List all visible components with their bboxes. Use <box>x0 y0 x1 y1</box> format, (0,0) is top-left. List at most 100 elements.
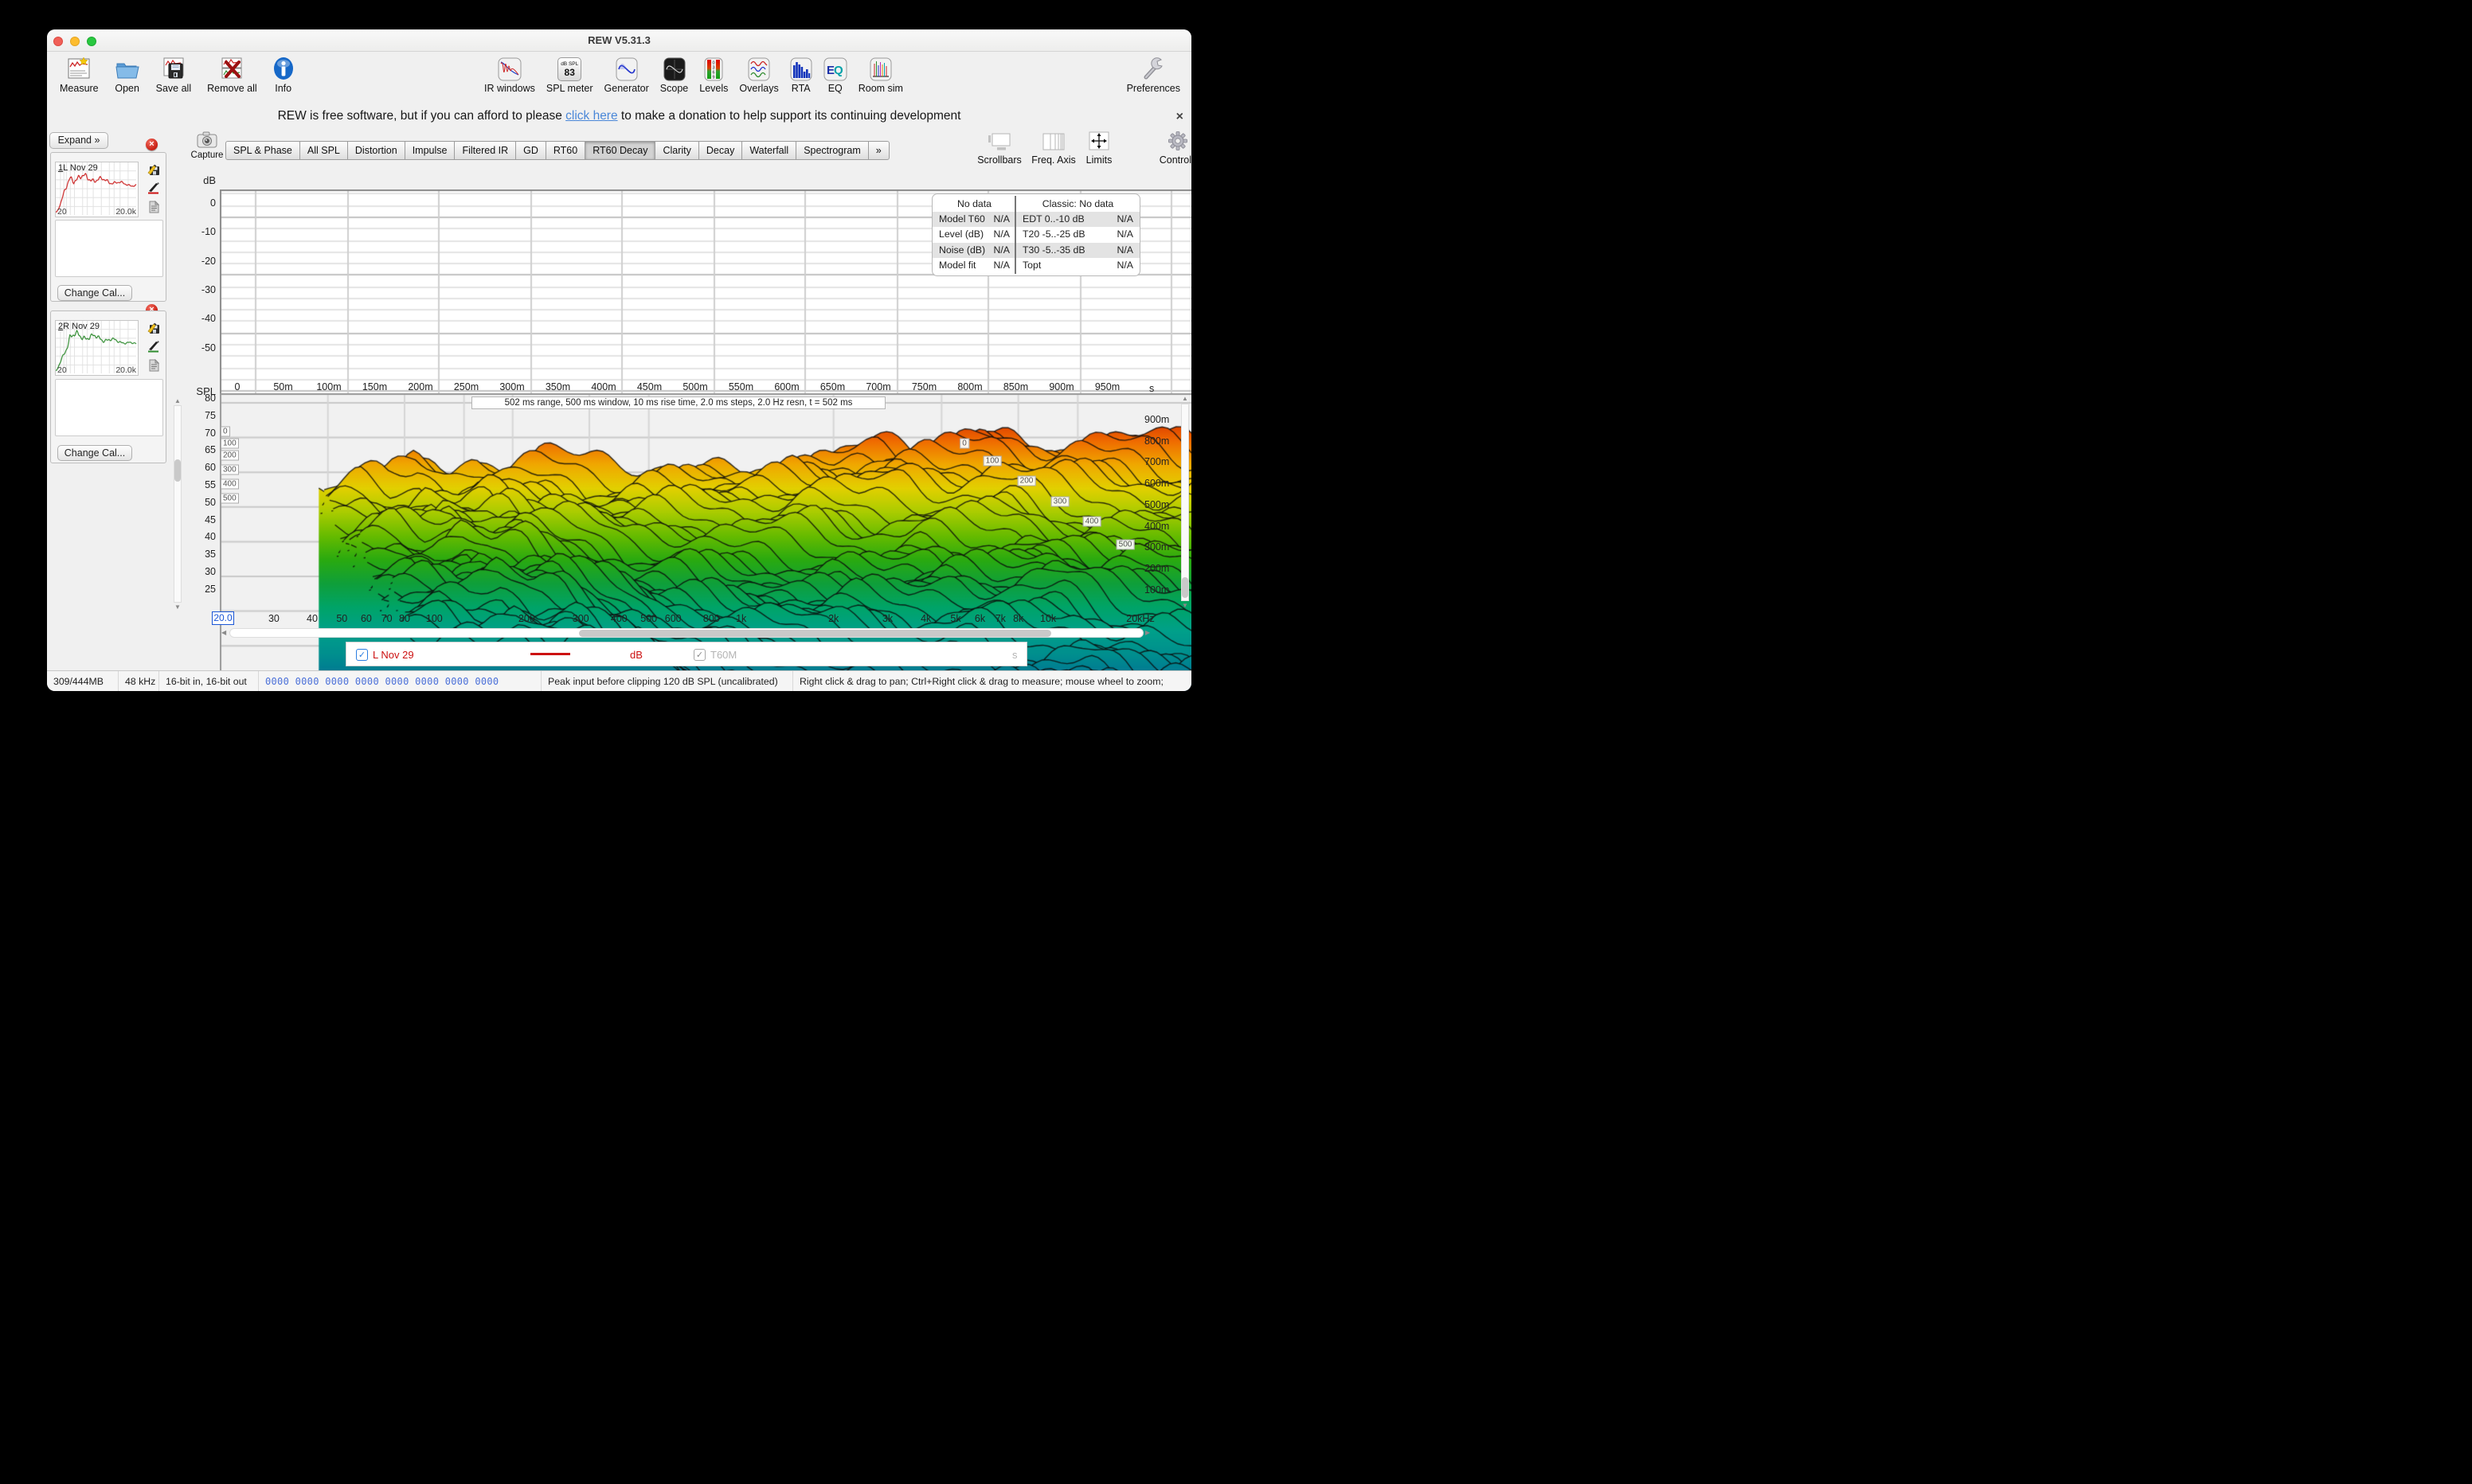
limits-button[interactable]: Limits <box>1081 131 1117 166</box>
measurement-info-doc-icon[interactable] <box>147 359 160 372</box>
top-chart-xtick: 750m <box>912 381 937 392</box>
legend-label-l-nov-29[interactable]: L Nov 29 <box>373 649 414 661</box>
measure-button[interactable]: Measure <box>60 54 99 94</box>
title-bar[interactable]: REW V5.31.3 <box>47 29 1191 52</box>
legend-line-sample <box>530 653 570 655</box>
rt60-table-right-header: Classic: No data <box>1015 196 1140 212</box>
tab-decay[interactable]: Decay <box>698 141 742 160</box>
status-memory: 309/444MB <box>47 671 119 691</box>
rta-button[interactable]: RTA <box>790 54 812 94</box>
freq-tick: 70 <box>381 613 393 624</box>
waterfall-time-tick: 200m <box>1144 563 1169 574</box>
tab-gd[interactable]: GD <box>515 141 546 160</box>
top-chart-xtick: 200m <box>408 381 432 392</box>
freq-axis-button[interactable]: Freq. Axis <box>1028 133 1079 166</box>
tab-waterfall[interactable]: Waterfall <box>741 141 796 160</box>
generator-button[interactable]: Generator <box>604 54 649 94</box>
capture-button[interactable]: Capture <box>189 131 225 160</box>
rt60-stats-table: No dataClassic: No data Model T60N/AEDT … <box>932 193 1140 276</box>
tab-rt60[interactable]: RT60 <box>546 141 585 160</box>
freq-tick: 60 <box>361 613 372 624</box>
limits-icon <box>1089 140 1109 154</box>
overlays-button[interactable]: Overlays <box>739 54 778 94</box>
eq-button[interactable]: EQ EQ <box>823 54 847 94</box>
measurement-card-2[interactable]: 2R Nov 29 20 20.0k Change Cal... <box>50 310 166 463</box>
legend-unit-s: s <box>1012 649 1018 661</box>
tab-filtered-ir[interactable]: Filtered IR <box>454 141 516 160</box>
time-slice-label-left: 200 <box>221 451 239 461</box>
top-chart-xtick: 50m <box>273 381 292 392</box>
freq-tick: 600 <box>665 613 682 624</box>
spl-meter-icon: dB SPL 83 <box>557 54 581 81</box>
legend-label-t60m[interactable]: T60M <box>710 649 737 661</box>
levels-button[interactable]: 0369 Levels <box>699 54 728 94</box>
waterfall-time-tick: 600m <box>1144 478 1169 489</box>
waterfall-ytick: 50 <box>182 497 216 508</box>
edit-notes-pen-icon[interactable] <box>147 340 160 353</box>
room-sim-button[interactable]: Room sim <box>859 54 903 94</box>
donation-link[interactable]: click here <box>565 109 617 123</box>
measurement-2-thumbnail[interactable]: 2R Nov 29 20 20.0k <box>55 320 139 376</box>
remove-all-button[interactable]: Remove all <box>207 54 257 94</box>
top-chart-xtick: 900m <box>1049 381 1074 392</box>
measurement-2-notes[interactable] <box>55 379 163 436</box>
waterfall-ytick: 80 <box>182 392 216 404</box>
banner-dismiss-icon[interactable]: × <box>1176 110 1183 124</box>
save-measurement-icon[interactable] <box>147 163 160 176</box>
waterfall-ytick: 55 <box>182 479 216 490</box>
info-button[interactable]: Info <box>273 54 294 94</box>
freq-tick: 20kHz <box>1126 613 1154 624</box>
tab-distortion[interactable]: Distortion <box>347 141 405 160</box>
top-chart-xtick: 800m <box>957 381 982 392</box>
rew-window: REW V5.31.3 Measure Open Save all Remove… <box>47 29 1191 691</box>
top-chart-ytick: -30 <box>182 284 216 295</box>
tab-all-spl[interactable]: All SPL <box>299 141 348 160</box>
freq-tick: 7k <box>995 613 1006 624</box>
measurement-1-thumbnail[interactable]: 1L Nov 29 20 20.0k <box>55 162 139 217</box>
top-chart-xtick: 850m <box>1003 381 1028 392</box>
save-all-button[interactable]: Save all <box>156 54 191 94</box>
top-chart-ytick: -40 <box>182 313 216 324</box>
tab-clarity[interactable]: Clarity <box>655 141 698 160</box>
freq-tick: 2k <box>828 613 839 624</box>
freq-tick: 400 <box>611 613 628 624</box>
time-slice-label-left: 100 <box>221 439 239 449</box>
status-channel-meters: 0000 0000 0000 0000 0000 0000 0000 0000 <box>259 671 542 691</box>
preferences-button[interactable]: Preferences <box>1127 54 1180 94</box>
tab-spl-phase[interactable]: SPL & Phase <box>225 141 300 160</box>
spl-meter-button[interactable]: dB SPL 83 SPL meter <box>546 54 593 94</box>
waterfall-ytick: 30 <box>182 566 216 577</box>
ir-windows-button[interactable]: IR windows <box>484 54 535 94</box>
toolbar-left-group: Measure Open Save all Remove all Info <box>60 54 294 94</box>
measurement-card-1[interactable]: 1L Nov 29 20 20.0k Change Cal... <box>50 152 166 302</box>
controls-button[interactable]: Controls <box>1154 131 1191 166</box>
save-measurement-icon[interactable] <box>147 322 160 334</box>
legend-checkbox-t60m[interactable]: ✓ <box>694 649 706 661</box>
tab-rt60-decay[interactable]: RT60 Decay <box>585 141 655 160</box>
top-chart-xtick: 600m <box>774 381 799 392</box>
measurement-1-notes[interactable] <box>55 220 163 277</box>
top-chart-xtick: 700m <box>866 381 890 392</box>
tab-spectrogram[interactable]: Spectrogram <box>796 141 869 160</box>
measurement-info-doc-icon[interactable] <box>147 201 160 213</box>
expand-sidebar-button[interactable]: Expand » <box>49 132 108 149</box>
time-slice-label-right: 200 <box>1018 475 1036 486</box>
scope-button[interactable]: Scope <box>660 54 688 94</box>
change-cal-button-2[interactable]: Change Cal... <box>57 445 132 461</box>
time-slice-label-right: 0 <box>960 439 969 449</box>
change-cal-button-1[interactable]: Change Cal... <box>57 285 132 301</box>
freq-tick: 300 <box>573 613 589 624</box>
close-measurement-1-icon[interactable]: × <box>146 139 158 150</box>
open-button[interactable]: Open <box>115 54 140 94</box>
toolbar-right-group: Preferences <box>1127 54 1180 94</box>
svg-text:Q: Q <box>834 64 843 77</box>
waterfall-time-tick: 100m <box>1144 584 1169 596</box>
open-folder-icon <box>115 54 140 81</box>
measure-icon <box>66 54 92 81</box>
freq-axis-min-input[interactable]: 20.0 <box>212 611 234 625</box>
scrollbars-button[interactable]: Scrollbars <box>971 133 1028 166</box>
legend-checkbox-l-nov-29[interactable]: ✓ <box>356 649 368 661</box>
tab-overflow-chevron[interactable]: » <box>868 141 890 160</box>
tab-impulse[interactable]: Impulse <box>405 141 456 160</box>
edit-notes-pen-icon[interactable] <box>147 182 160 194</box>
